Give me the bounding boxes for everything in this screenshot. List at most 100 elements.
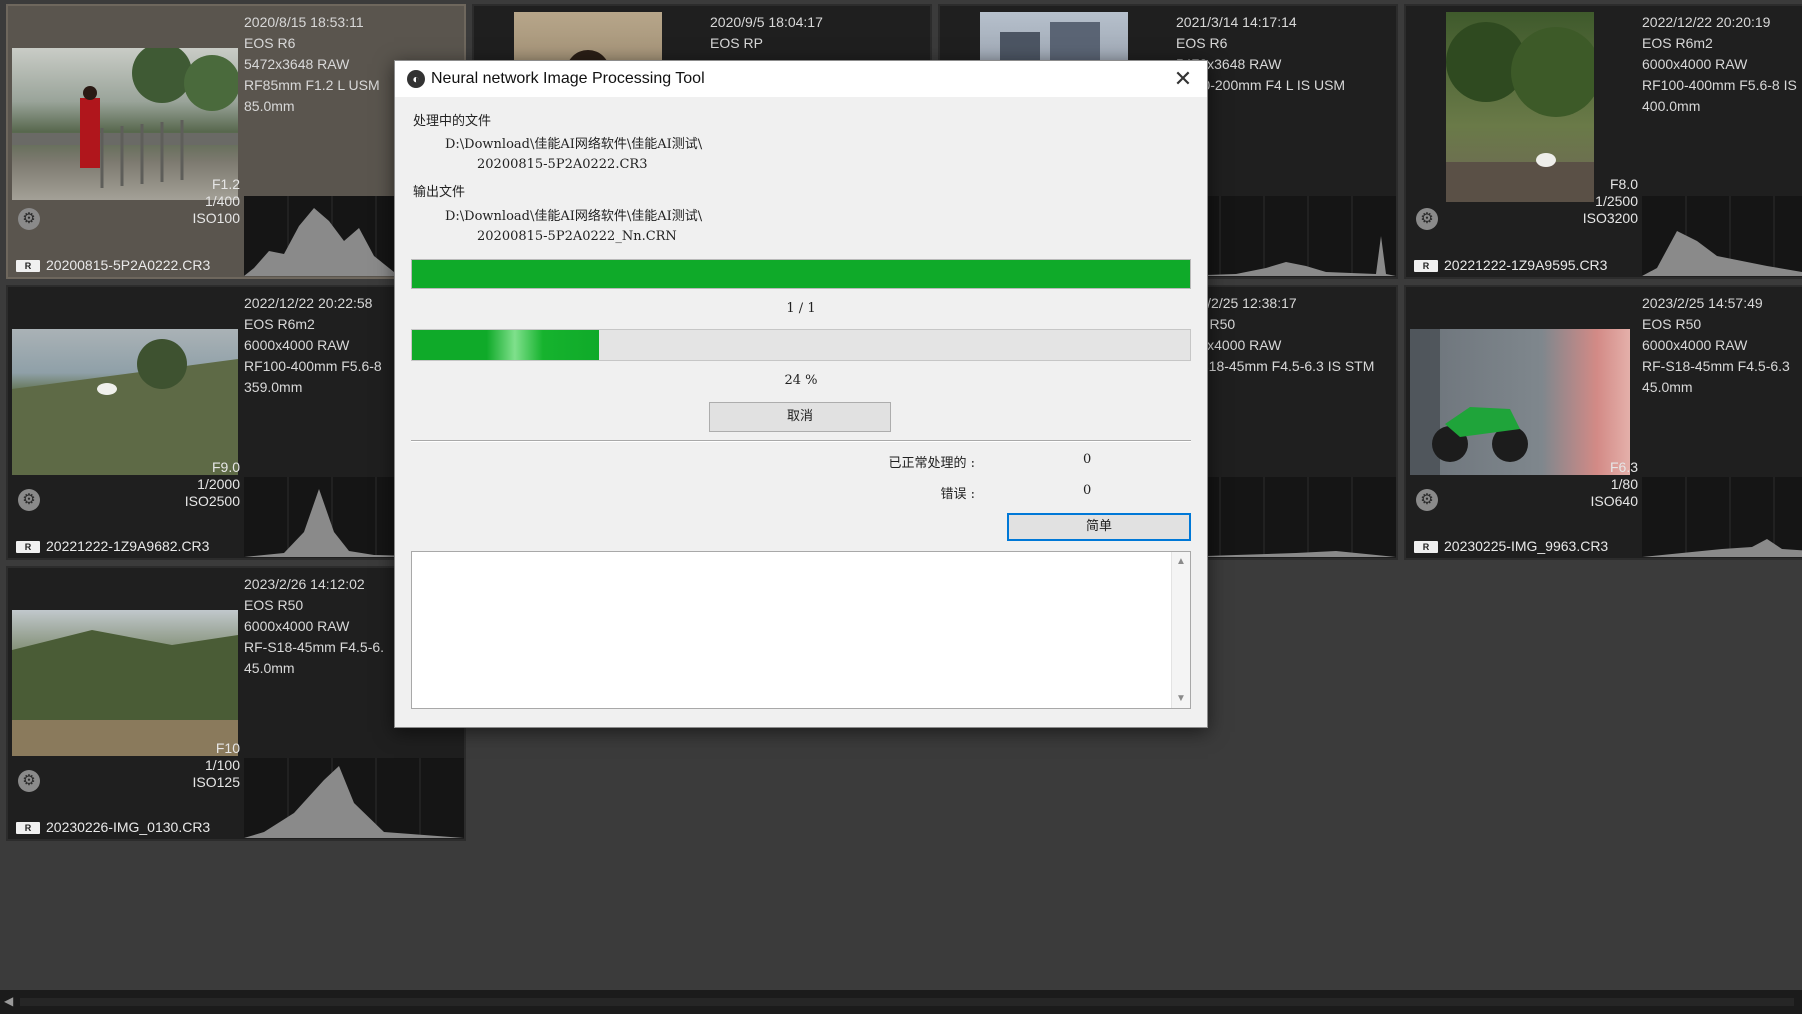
shutter-text: 1/100 [204,757,240,773]
close-icon[interactable]: ✕ [1169,65,1197,93]
filename-label: R 20200815-5P2A0222.CR3 [16,257,210,273]
datetime-text: 2022/12/22 20:20:19 [1642,14,1771,30]
datetime-text: 2020/9/5 18:04:17 [710,14,823,30]
exif-overlay: F6.3 1/80 ISO640 [1591,459,1638,510]
camera-text: EOS R6 [244,35,296,51]
thumbnail-image-area[interactable]: F9.0 1/2000 ISO2500 ⚙ R 20221222-1Z9A9682… [8,287,244,558]
thumbnail-image-area[interactable]: F1.2 1/400 ISO100 ⚙ R 20200815-5P2A0222.C… [8,6,244,277]
shutter-text: 1/2000 [197,476,240,492]
shutter-text: 1/400 [204,193,240,209]
exif-overlay: F9.0 1/2000 ISO2500 [185,459,240,510]
raw-badge-icon: R [1414,541,1438,553]
datetime-text: 2023/2/25 12:38:17 [1176,295,1297,311]
raw-badge-icon: R [16,822,40,834]
aperture-text: F8.0 [1609,176,1638,192]
filename-label: R 20230226-IMG_0130.CR3 [16,819,210,835]
log-textarea[interactable]: ▲ ▼ [411,551,1191,709]
focal-text: 45.0mm [1642,379,1693,395]
filename-text: 20221222-1Z9A9682.CR3 [46,538,210,554]
filename-text: 20221222-1Z9A9595.CR3 [1444,257,1608,273]
edit-status-icon[interactable]: ⚙ [18,770,40,792]
size-text: 5472x3648 RAW [1176,56,1282,72]
edit-status-icon[interactable]: ⚙ [1416,489,1438,511]
aperture-text: F1.2 [211,176,240,192]
aperture-text: F9.0 [211,459,240,475]
size-text: 6000x4000 RAW [1642,337,1748,353]
aperture-text: F6.3 [1609,459,1638,475]
file-progress-bar [411,329,1191,361]
lens-text: RF70-200mm F4 L IS USM [1176,77,1346,93]
size-text: 6000x4000 RAW [1642,56,1748,72]
filename-label: R 20221222-1Z9A9682.CR3 [16,538,209,554]
log-scrollbar[interactable]: ▲ ▼ [1171,552,1190,708]
photo-thumbnail[interactable] [12,610,238,756]
shutter-text: 1/2500 [1595,193,1638,209]
histogram [1642,477,1802,557]
photo-metadata: 2022/12/22 20:20:19 EOS R6m2 6000x4000 R… [1642,12,1802,117]
filename-text: 20200815-5P2A0222.CR3 [46,257,211,273]
exif-overlay: F1.2 1/400 ISO100 [193,176,240,227]
scrollbar-track[interactable] [20,998,1794,1006]
raw-badge-icon: R [1414,260,1438,272]
iso-text: ISO640 [1590,493,1638,509]
scroll-down-icon[interactable]: ▼ [1172,693,1190,704]
output-file-name: 20200815-5P2A0222_Nn.CRN [477,229,677,244]
filename-text: 20230225-IMG_9963.CR3 [1444,538,1609,554]
lens-text: RF-S18-45mm F4.5-6.3 IS STM [1176,358,1375,374]
edit-status-icon[interactable]: ⚙ [18,208,40,230]
dialog-title: Neural network Image Processing Tool [431,70,705,87]
camera-text: EOS R6m2 [1642,35,1713,51]
scroll-up-icon[interactable]: ▲ [1172,556,1190,567]
histogram [1642,196,1802,276]
thumbnail-image-area[interactable]: F8.0 1/2500 ISO3200 ⚙ R 20221222-1Z9A9595… [1406,6,1642,277]
app-icon: ◐ [407,70,425,88]
horizontal-scrollbar[interactable]: ◀ [0,990,1802,1014]
photo-motorcycle [1410,329,1528,475]
success-count-label: 已正常处理的 : [888,456,975,471]
size-text: 6000x4000 RAW [1176,337,1282,353]
lens-text: RF100-400mm F5.6-8 IS [1642,77,1797,93]
photo-metadata: 2021/3/14 14:17:14 EOS R6 5472x3648 RAW … [1176,12,1396,96]
filename-text: 20230226-IMG_0130.CR3 [46,819,211,835]
histogram [1176,196,1396,276]
camera-text: EOS RP [710,35,763,51]
iso-text: ISO100 [192,210,240,226]
photo-lake-landscape [12,630,238,756]
iso-text: ISO2500 [184,493,240,509]
cancel-button[interactable]: 取消 [709,402,891,432]
photo-metadata: 2023/2/25 12:38:17 EOS R50 6000x4000 RAW… [1176,293,1396,377]
thumbnail-tile[interactable]: F6.3 1/80 ISO640 ⚙ R 20230225-IMG_9963.CR… [1404,285,1802,560]
output-file-path: D:\Download\佳能AI网络软件\佳能AI测试\ [445,209,703,224]
photo-thumbnail[interactable] [12,329,238,475]
raw-badge-icon: R [16,260,40,272]
camera-text: EOS R50 [1642,316,1702,332]
shutter-text: 1/80 [1610,476,1638,492]
histogram [1176,477,1396,557]
scroll-left-icon[interactable]: ◀ [4,994,13,1008]
processing-file-path: D:\Download\佳能AI网络软件\佳能AI测试\ [445,137,703,152]
thumbnail-image-area[interactable]: F10 1/100 ISO125 ⚙ R 20230226-IMG_0130.CR… [8,568,244,839]
processing-file-name: 20200815-5P2A0222.CR3 [477,157,648,172]
success-count-value: 0 [1083,452,1092,467]
error-count-value: 0 [1083,483,1092,498]
photo-thumbnail[interactable] [1446,12,1594,202]
datetime-text: 2020/8/15 18:53:11 [244,14,364,30]
raw-badge-icon: R [16,541,40,553]
dialog-titlebar[interactable]: ◐ Neural network Image Processing Tool ✕ [395,61,1207,97]
filename-label: R 20230225-IMG_9963.CR3 [1414,538,1608,554]
simple-mode-button[interactable]: 简单 [1007,513,1191,541]
output-file-label: 输出文件 [413,185,466,200]
histogram [244,758,464,838]
datetime-text: 2023/2/25 14:57:49 [1642,295,1763,311]
edit-status-icon[interactable]: ⚙ [18,489,40,511]
edit-status-icon[interactable]: ⚙ [1416,208,1438,230]
camera-text: EOS R6 [1176,35,1228,51]
thumbnail-tile[interactable]: F8.0 1/2500 ISO3200 ⚙ R 20221222-1Z9A9595… [1404,4,1802,279]
thumbnail-image-area[interactable]: F6.3 1/80 ISO640 ⚙ R 20230225-IMG_9963.CR… [1406,287,1642,558]
aperture-text: F10 [215,740,240,756]
photo-hillside-bird [12,339,238,475]
divider [411,440,1191,442]
photo-thumbnail[interactable] [1410,329,1630,475]
datetime-text: 2021/3/14 14:17:14 [1176,14,1297,30]
photo-metadata: 2023/2/25 14:57:49 EOS R50 6000x4000 RAW… [1642,293,1802,398]
